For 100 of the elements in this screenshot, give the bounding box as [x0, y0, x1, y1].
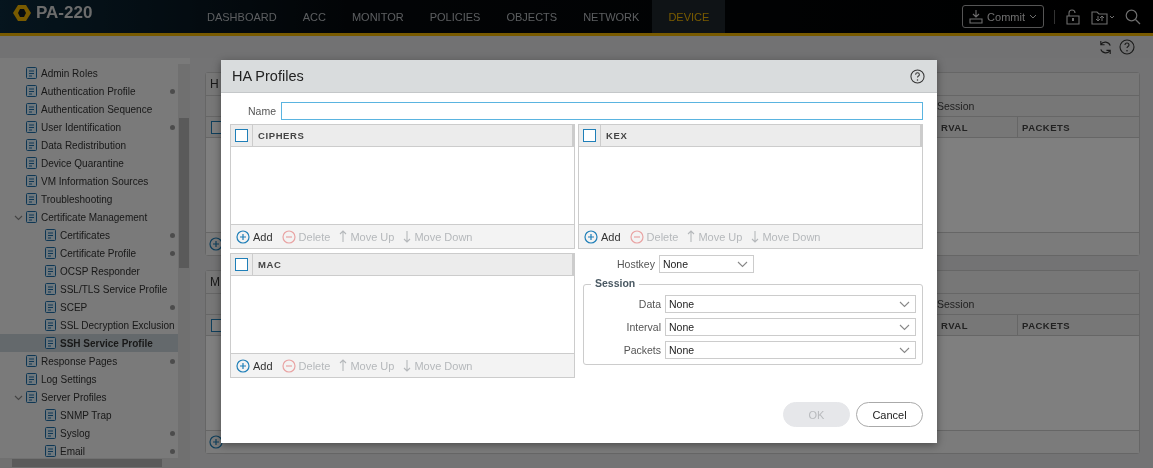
tree-item[interactable]: Certificate Profile	[0, 244, 178, 262]
commit-button[interactable]: Commit	[962, 5, 1044, 28]
tree-item[interactable]: Response Pages	[0, 352, 178, 370]
document-icon	[44, 426, 58, 440]
tree-item[interactable]: Certificates	[0, 226, 178, 244]
chevron-icon	[899, 323, 910, 331]
column-header: CIPHERS	[257, 129, 305, 143]
list-action[interactable]: Add	[236, 358, 273, 373]
nav-tab[interactable]: OBJECTS	[493, 0, 571, 33]
tree-item[interactable]: Log Settings	[0, 370, 178, 388]
checkbox[interactable]	[235, 129, 248, 142]
document-icon	[44, 282, 58, 296]
nav-tab[interactable]: ACC	[289, 0, 339, 33]
column-header: PACKETS	[1017, 117, 1134, 137]
arrow-up-icon	[339, 230, 348, 243]
tree-item[interactable]: Authentication Sequence	[0, 100, 178, 118]
download-icon	[969, 9, 984, 24]
document-icon	[44, 318, 58, 332]
tree-item[interactable]: OCSP Responder	[0, 262, 178, 280]
tree-item[interactable]: SCEP	[0, 298, 178, 316]
tree-item[interactable]: Authentication Profile	[0, 82, 178, 100]
scrollbar[interactable]	[0, 458, 190, 468]
document-icon	[44, 246, 58, 260]
field-label: Name	[247, 105, 276, 117]
tree-item[interactable]: User Identification	[0, 118, 178, 136]
add-icon	[584, 229, 598, 244]
field-label: Data	[637, 298, 661, 310]
arrow-down-icon	[403, 359, 412, 372]
column-group-header: Session	[936, 100, 976, 112]
document-icon	[44, 336, 58, 350]
dropdown[interactable]: None	[665, 318, 916, 336]
tree-item[interactable]: Admin Roles	[0, 64, 178, 82]
document-icon	[44, 264, 58, 278]
document-icon	[25, 120, 39, 134]
chevron-icon	[736, 260, 748, 268]
document-icon	[44, 300, 58, 314]
arrow-up-icon	[339, 359, 348, 372]
field-label: Packets	[622, 344, 661, 356]
field-label: Hostkey	[617, 258, 655, 270]
column-header: MAC	[257, 258, 282, 272]
tree-item[interactable]: Troubleshooting	[0, 190, 178, 208]
product-title: PA-220	[36, 3, 93, 23]
help-icon[interactable]	[1119, 39, 1135, 55]
refresh-icon[interactable]	[1098, 39, 1113, 55]
list-action[interactable]: Add	[236, 229, 273, 244]
search-icon[interactable]	[1125, 8, 1141, 25]
document-icon	[25, 66, 39, 80]
panel-title: H	[210, 77, 219, 91]
add-icon[interactable]	[209, 435, 223, 449]
document-icon	[25, 192, 39, 206]
column-header: KEX	[605, 129, 628, 143]
tree-item[interactable]: Syslog	[0, 424, 178, 442]
tree-item[interactable]: SSH Service Profile	[0, 334, 178, 352]
add-icon[interactable]	[209, 237, 223, 251]
name-field[interactable]	[281, 102, 923, 120]
arrow-down-icon	[403, 230, 412, 243]
document-icon	[44, 408, 58, 422]
document-icon	[25, 354, 39, 368]
tree-item[interactable]: Data Redistribution	[0, 136, 178, 154]
help-icon[interactable]	[910, 68, 925, 84]
tree-item[interactable]: SSL Decryption Exclusion	[0, 316, 178, 334]
document-icon	[25, 372, 39, 386]
document-icon	[25, 174, 39, 188]
group-legend: Session	[591, 277, 640, 289]
list-action[interactable]: Add	[584, 229, 621, 244]
dialog-button[interactable]: Cancel	[856, 402, 923, 427]
document-icon	[25, 390, 39, 404]
document-icon	[25, 156, 39, 170]
add-icon	[236, 358, 250, 373]
tree-item[interactable]: Server Profiles	[0, 388, 178, 406]
column-group-header: Session	[936, 298, 976, 310]
nav-tab[interactable]: POLICIES	[416, 0, 494, 33]
scrollbar[interactable]	[178, 64, 190, 458]
document-icon	[44, 228, 58, 242]
tree-item[interactable]: Device Quarantine	[0, 154, 178, 172]
add-icon	[236, 229, 250, 244]
folder-icon[interactable]	[1091, 8, 1115, 25]
tree-item[interactable]: Email	[0, 442, 178, 458]
document-icon	[25, 210, 39, 224]
nav-tab[interactable]: MONITOR	[338, 0, 417, 33]
dialog-title: HA Profiles	[232, 68, 304, 84]
chevron-icon	[899, 300, 910, 308]
dropdown[interactable]: None	[665, 295, 916, 313]
tree-item[interactable]: SNMP Trap	[0, 406, 178, 424]
nav-tab[interactable]: DASHBOARD	[194, 0, 290, 33]
checkbox[interactable]	[235, 258, 248, 271]
dropdown[interactable]: None	[665, 341, 916, 359]
tree-item[interactable]: VM Information Sources	[0, 172, 178, 190]
remove-icon	[281, 358, 296, 373]
checkbox[interactable]	[583, 129, 596, 142]
caret-icon	[1029, 13, 1037, 20]
nav-tab[interactable]: DEVICE	[652, 0, 726, 33]
chevron-icon	[899, 346, 910, 354]
tree-item[interactable]: SSL/TLS Service Profile	[0, 280, 178, 298]
remove-icon	[281, 229, 296, 244]
nav-tab[interactable]: NETWORK	[570, 0, 653, 33]
hostkey-dropdown[interactable]: None	[658, 255, 754, 273]
lock-icon[interactable]	[1065, 8, 1081, 25]
tree-item[interactable]: Certificate Management	[0, 208, 178, 226]
field-label: Interval	[625, 321, 661, 333]
